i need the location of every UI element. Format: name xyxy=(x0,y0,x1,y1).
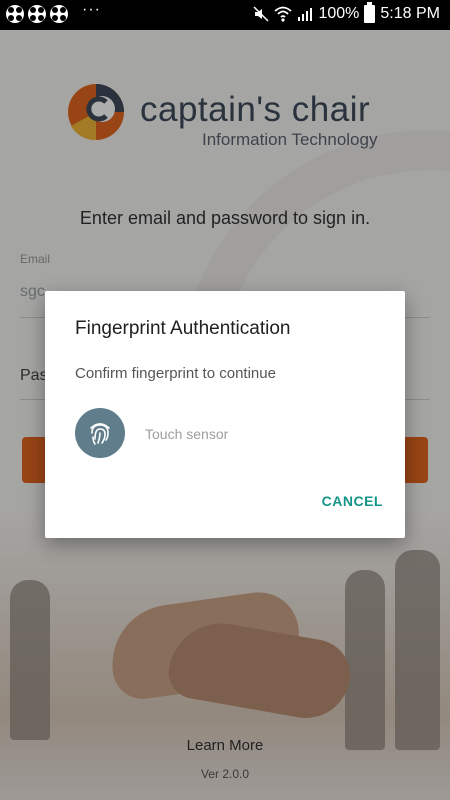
signal-icon xyxy=(298,8,313,21)
wifi-icon xyxy=(274,6,293,22)
more-dots-icon: ··· xyxy=(82,1,101,18)
fingerprint-icon xyxy=(75,408,125,458)
touch-sensor-label: Touch sensor xyxy=(145,426,229,442)
cancel-button[interactable]: CANCEL xyxy=(322,493,383,509)
app-grid-icon xyxy=(6,5,24,23)
status-bar: ··· 100% 5:18 PM xyxy=(0,0,450,30)
fingerprint-dialog: Fingerprint Authentication Confirm finge… xyxy=(45,291,405,538)
app-grid-icon xyxy=(28,5,46,23)
app-grid-icon xyxy=(50,5,68,23)
dialog-message: Confirm fingerprint to continue xyxy=(75,365,276,382)
battery-percent: 100% xyxy=(318,5,360,22)
mute-icon xyxy=(253,6,270,22)
battery-icon xyxy=(364,2,376,23)
dialog-title: Fingerprint Authentication xyxy=(75,318,291,339)
clock: 5:18 PM xyxy=(380,5,440,22)
